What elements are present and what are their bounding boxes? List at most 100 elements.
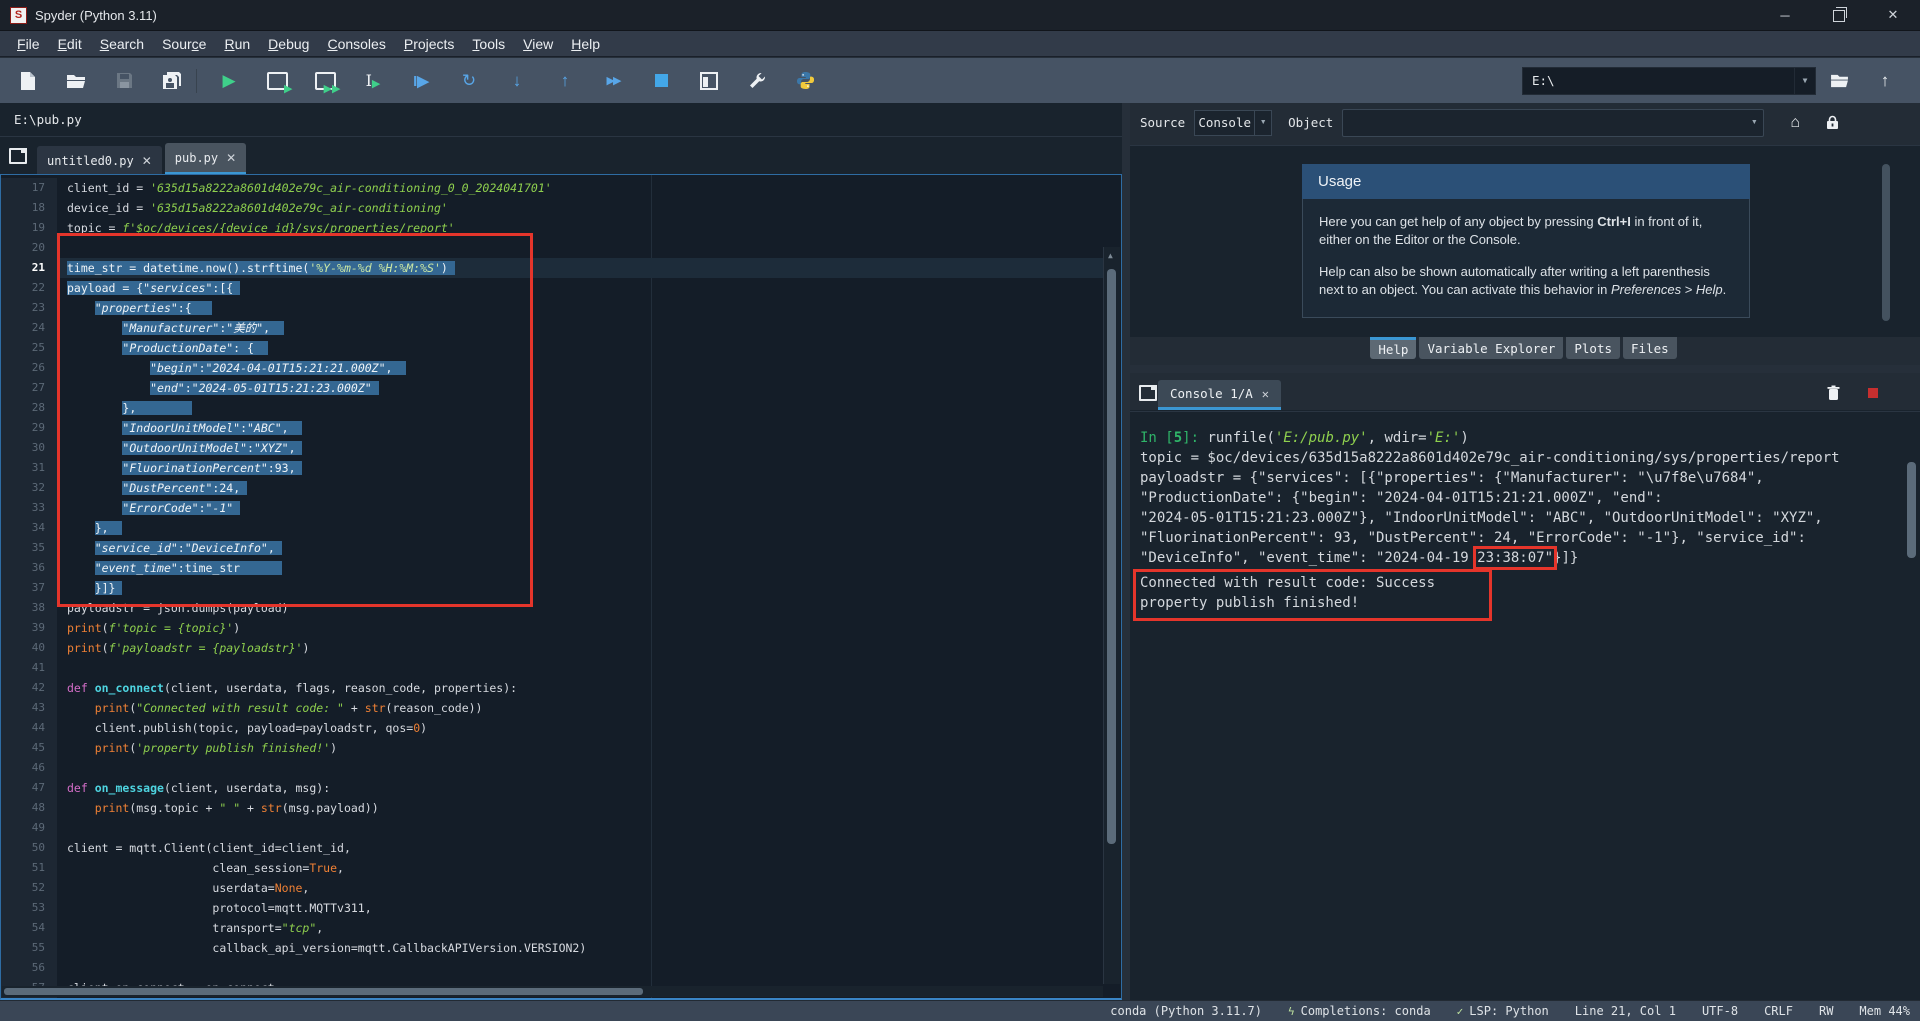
working-directory-combobox[interactable]: E:\ ▼ [1522,67,1816,95]
chevron-down-icon[interactable]: ▼ [1254,111,1271,135]
parent-directory-button[interactable]: ↑ [1862,64,1908,98]
editor-tab-pub.py[interactable]: pub.py✕ [165,143,246,175]
preferences-button[interactable] [737,64,777,98]
code-line-53[interactable]: 53 protocol=mqtt.MQTTv311, [1,898,1103,918]
step-over-button[interactable]: ↻ [449,64,489,98]
save-button[interactable] [104,64,144,98]
menu-consoles[interactable]: Consoles [318,34,394,54]
debug-file-button[interactable]: I▶ [401,64,441,98]
line-number: 25 [1,338,57,358]
line-text: def on_connect(client, userdata, flags, … [57,678,517,698]
code-line-54[interactable]: 54 transport="tcp", [1,918,1103,938]
console-scrollbar[interactable] [1904,456,1918,994]
save-all-button[interactable] [152,64,192,98]
editor-tab-untitled0.py[interactable]: untitled0.py✕ [37,146,162,175]
object-combobox[interactable]: ▼ [1342,109,1764,137]
console-output[interactable]: In [5]: runfile('E:/pub.py', wdir='E:')t… [1130,411,1920,1000]
code-line-43[interactable]: 43 print("Connected with result code: " … [1,698,1103,718]
code-line-47[interactable]: 47def on_message(client, userdata, msg): [1,778,1103,798]
lock-button[interactable] [1826,115,1839,130]
pane-splitter[interactable] [1130,365,1920,373]
console-switcher-icon[interactable] [1139,385,1157,401]
menu-edit[interactable]: Edit [49,34,91,54]
scrollbar-thumb[interactable] [4,988,643,995]
chevron-down-icon[interactable]: ▼ [1745,119,1763,126]
menu-help[interactable]: Help [562,34,609,54]
menu-file[interactable]: File [8,34,49,54]
home-button[interactable]: ⌂ [1790,114,1800,132]
editor-vertical-scrollbar[interactable]: ▲ [1103,247,1120,984]
chevron-down-icon[interactable]: ▼ [1794,68,1815,94]
code-line-44[interactable]: 44 client.publish(topic, payload=payload… [1,718,1103,738]
menu-source[interactable]: Source [153,34,215,54]
step-return-button[interactable]: ↑ [545,64,585,98]
status-utf8: UTF-8 [1702,1004,1738,1018]
close-icon[interactable]: ✕ [142,154,152,168]
scrollbar-thumb[interactable] [1107,269,1116,844]
step-into-button[interactable]: ↓ [497,64,537,98]
menu-tools[interactable]: Tools [463,34,514,54]
menu-view[interactable]: View [514,34,562,54]
code-line-18[interactable]: 18device_id = '635d15a8222a8601d402e79c_… [1,198,1103,218]
menu-run[interactable]: Run [215,34,259,54]
tab-help[interactable]: Help [1370,337,1416,359]
tab-files[interactable]: Files [1623,337,1677,359]
line-number: 17 [1,178,57,198]
menu-projects[interactable]: Projects [395,34,464,54]
tab-console-1a[interactable]: Console 1/A ✕ [1158,380,1281,410]
stop-button[interactable] [641,64,681,98]
scrollbar-thumb[interactable] [1882,164,1890,321]
code-line-52[interactable]: 52 userdata=None, [1,878,1103,898]
run-cell-advance-button[interactable]: ▶▶ [305,64,345,98]
new-file-button[interactable] [8,64,48,98]
tab-plots[interactable]: Plots [1566,337,1620,359]
editor-horizontal-scrollbar[interactable] [2,986,1103,997]
file-switcher-icon[interactable] [9,148,27,164]
code-line-51[interactable]: 51 clean_session=True, [1,858,1103,878]
tab-variable-explorer[interactable]: Variable Explorer [1419,337,1563,359]
code-line-45[interactable]: 45 print('property publish finished!') [1,738,1103,758]
console-line: "ProductionDate": {"begin": "2024-04-01T… [1140,488,1920,508]
code-line-49[interactable]: 49 [1,818,1103,838]
line-number: 41 [1,658,57,678]
help-scrollbar[interactable] [1880,156,1892,327]
code-line-56[interactable]: 56 [1,958,1103,978]
line-text: client = mqtt.Client(client_id=client_id… [57,838,351,858]
source-combobox[interactable]: Console ▼ [1194,110,1272,136]
run-cell-button[interactable]: ▶ [257,64,297,98]
code-line-41[interactable]: 41 [1,658,1103,678]
line-number: 35 [1,538,57,558]
save-all-icon [162,71,182,91]
interrupt-kernel-icon[interactable] [1868,388,1878,398]
code-line-55[interactable]: 55 callback_api_version=mqtt.CallbackAPI… [1,938,1103,958]
scroll-up-arrow-icon[interactable]: ▲ [1108,251,1113,260]
close-icon[interactable]: ✕ [1262,387,1269,401]
check-icon: ✓ [1457,1005,1464,1018]
code-line-50[interactable]: 50client = mqtt.Client(client_id=client_… [1,838,1103,858]
code-line-48[interactable]: 48 print(msg.topic + " " + str(msg.paylo… [1,798,1103,818]
usage-box: Usage Here you can get help of any objec… [1302,164,1750,318]
code-line-17[interactable]: 17client_id = '635d15a8222a8601d402e79c_… [1,178,1103,198]
code-line-46[interactable]: 46 [1,758,1103,778]
line-number: 46 [1,758,57,778]
minimize-button[interactable]: ─ [1758,0,1812,30]
remove-variables-button[interactable] [1827,385,1840,401]
restore-button[interactable] [1812,0,1866,30]
run-selection-button[interactable]: I▶ [353,64,393,98]
continue-button[interactable]: ▶▶ [593,64,633,98]
close-icon[interactable]: ✕ [226,151,236,165]
menu-search[interactable]: Search [91,34,153,54]
code-line-40[interactable]: 40print(f'payloadstr = {payloadstr}') [1,638,1103,658]
scrollbar-thumb[interactable] [1907,462,1916,558]
maximize-pane-button[interactable] [689,64,729,98]
line-number: 27 [1,378,57,398]
code-line-39[interactable]: 39print(f'topic = {topic}') [1,618,1103,638]
run-file-button[interactable]: ▶ [209,64,249,98]
code-line-42[interactable]: 42def on_connect(client, userdata, flags… [1,678,1103,698]
python-env-button[interactable] [785,64,825,98]
browse-directory-button[interactable] [1816,64,1862,98]
menu-debug[interactable]: Debug [259,34,318,54]
open-file-button[interactable] [56,64,96,98]
code-editor[interactable]: 17client_id = '635d15a8222a8601d402e79c_… [0,174,1122,1000]
close-button[interactable]: ✕ [1866,0,1920,30]
